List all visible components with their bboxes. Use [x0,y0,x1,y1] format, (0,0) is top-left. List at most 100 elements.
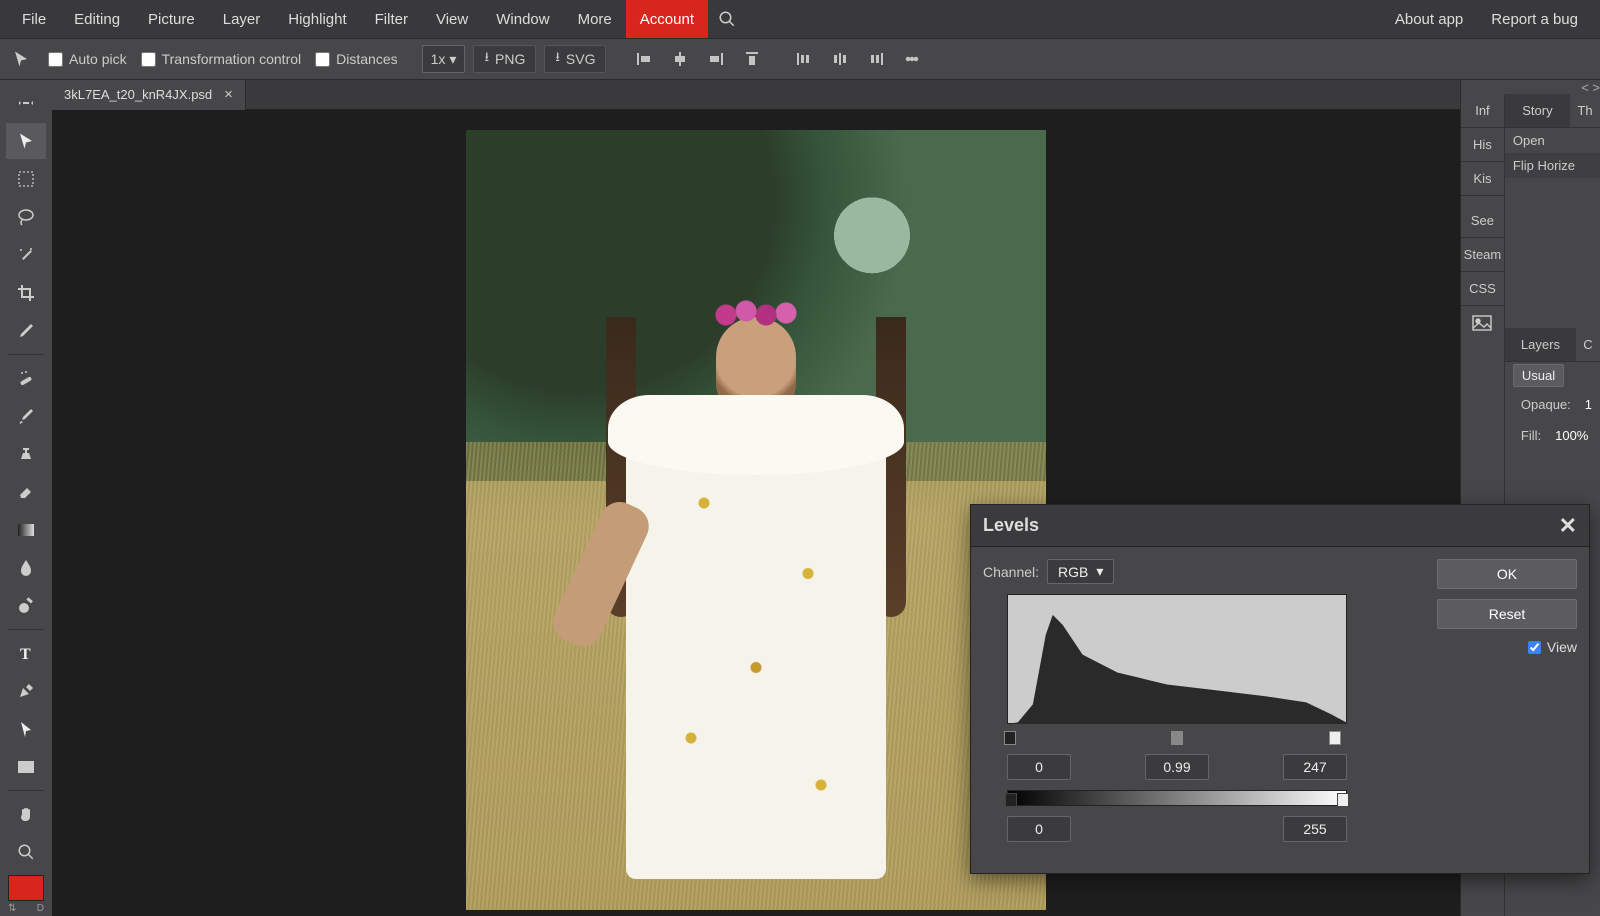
view-checkbox[interactable]: View [1528,639,1577,655]
black-point-handle[interactable] [1004,731,1016,745]
export-svg-button[interactable]: ⭳ SVG [544,45,606,73]
transformation-checkbox[interactable]: Transformation control [141,51,302,67]
foreground-color-swatch[interactable] [8,875,44,901]
story-tab[interactable]: Story [1505,94,1570,128]
layers-channels-tab[interactable]: C [1576,328,1600,362]
distribute-center-icon[interactable] [826,45,854,73]
move-tool-icon [8,46,34,72]
align-top-icon[interactable] [738,45,766,73]
blur-tool[interactable] [6,550,46,586]
reset-button[interactable]: Reset [1437,599,1577,629]
blend-mode-select[interactable]: Usual [1513,364,1564,387]
input-black-value[interactable]: 0 [1007,754,1071,780]
zoom-tool[interactable] [6,834,46,870]
document-tab[interactable]: 3kL7EA_t20_knR4JX.psd × [52,80,246,110]
input-gamma-value[interactable]: 0.99 [1145,754,1209,780]
align-right-icon[interactable] [702,45,730,73]
opacity-label: Opaque: [1513,391,1579,418]
ok-button[interactable]: OK [1437,559,1577,589]
path-select-tool[interactable] [6,711,46,747]
menu-view[interactable]: View [422,0,482,38]
type-tool[interactable]: T [6,635,46,671]
move-tool[interactable] [6,123,46,159]
panel-see[interactable]: See [1461,204,1504,238]
menu-more[interactable]: More [564,0,626,38]
menu-report-bug[interactable]: Report a bug [1477,0,1592,38]
menu-about[interactable]: About app [1381,0,1477,38]
options-toolbar: Auto pick Transformation control Distanc… [0,38,1600,80]
search-icon[interactable] [708,0,746,38]
fill-value[interactable]: 100% [1555,428,1588,443]
menu-account[interactable]: Account [626,0,708,38]
magic-wand-tool[interactable] [6,237,46,273]
swatch-switch-row[interactable]: ⇅D [6,901,46,914]
download-icon: ⭳ [555,48,560,70]
histogram [1007,594,1347,724]
panel-inf[interactable]: Inf [1461,94,1504,128]
pen-tool[interactable] [6,673,46,709]
align-left-icon[interactable] [630,45,658,73]
output-white-handle[interactable] [1337,793,1349,807]
levels-titlebar[interactable]: Levels ✕ [971,505,1589,547]
close-icon[interactable]: × [224,86,233,103]
panel-css[interactable]: CSS [1461,272,1504,306]
healing-brush-tool[interactable] [6,360,46,396]
tool-strip: T ⇅D [0,80,52,916]
document-tab-label: 3kL7EA_t20_knR4JX.psd [64,87,212,102]
distribute-right-icon[interactable] [862,45,890,73]
menu-filter[interactable]: Filter [361,0,422,38]
panel-steam[interactable]: Steam [1461,238,1504,272]
clone-stamp-tool[interactable] [6,436,46,472]
channel-select[interactable]: RGB ▾ [1047,559,1114,584]
levels-title: Levels [983,515,1039,536]
hand-tool[interactable] [6,796,46,832]
chevron-down-icon: ▾ [1096,563,1103,580]
auto-pick-checkbox[interactable]: Auto pick [48,51,127,67]
panel-his[interactable]: His [1461,128,1504,162]
transformation-label: Transformation control [162,51,302,67]
crop-tool[interactable] [6,275,46,311]
output-black-handle[interactable] [1005,793,1017,807]
marquee-tool[interactable] [6,161,46,197]
layers-tab[interactable]: Layers [1505,328,1576,362]
input-white-value[interactable]: 247 [1283,754,1347,780]
brush-tool[interactable] [6,398,46,434]
menubar: File Editing Picture Layer Highlight Fil… [0,0,1600,38]
lasso-tool[interactable] [6,199,46,235]
th-tab[interactable]: Th [1570,94,1600,128]
menu-picture[interactable]: Picture [134,0,209,38]
collapse-icon[interactable] [6,85,46,121]
distances-checkbox[interactable]: Distances [315,51,397,67]
eraser-tool[interactable] [6,474,46,510]
history-flip[interactable]: Flip Horize [1505,153,1600,178]
white-point-handle[interactable] [1329,731,1341,745]
menu-file[interactable]: File [8,0,60,38]
distribute-spacing-icon[interactable] [898,45,926,73]
channel-value: RGB [1058,564,1088,580]
gradient-tool[interactable] [6,512,46,548]
panel-kis[interactable]: Kis [1461,162,1504,196]
eyedropper-tool[interactable] [6,313,46,349]
rectangle-tool[interactable] [6,749,46,785]
output-white-value[interactable]: 255 [1283,816,1347,842]
output-black-value[interactable]: 0 [1007,816,1071,842]
opacity-value[interactable]: 1 [1585,397,1592,412]
distribute-left-icon[interactable] [790,45,818,73]
close-icon[interactable]: ✕ [1559,513,1577,539]
menu-window[interactable]: Window [482,0,563,38]
export-png-button[interactable]: ⭳ PNG [473,45,536,73]
input-levels-slider[interactable] [1007,734,1347,744]
zoom-select[interactable]: 1x ▾ [422,45,466,73]
image-panel-icon[interactable] [1461,306,1504,340]
menu-editing[interactable]: Editing [60,0,134,38]
svg-label: SVG [566,51,596,67]
dodge-tool[interactable] [6,588,46,624]
menu-layer[interactable]: Layer [209,0,275,38]
history-open[interactable]: Open [1505,128,1600,153]
output-levels-slider[interactable] [1007,790,1347,806]
panel-collapse-icon[interactable]: < > [1461,80,1600,94]
distances-label: Distances [336,51,397,67]
menu-highlight[interactable]: Highlight [274,0,360,38]
midtone-handle[interactable] [1171,731,1183,745]
align-center-h-icon[interactable] [666,45,694,73]
